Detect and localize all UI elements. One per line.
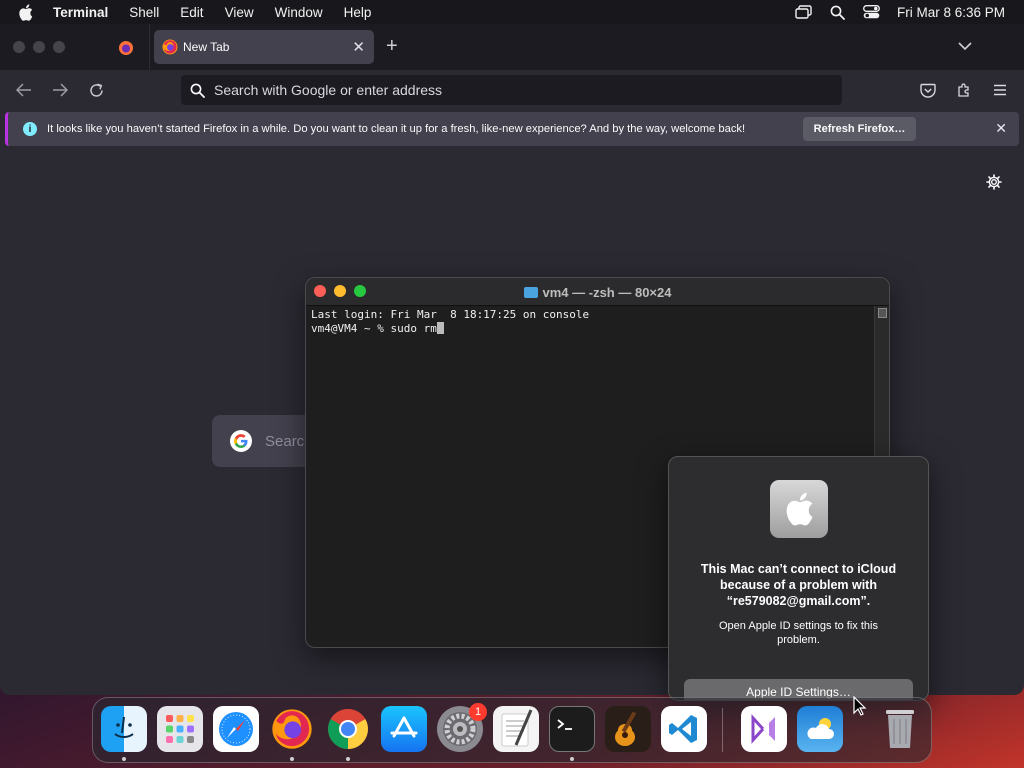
app-store-icon[interactable] bbox=[381, 706, 427, 752]
garageband-icon[interactable] bbox=[605, 706, 651, 752]
forward-arrow-icon[interactable] bbox=[50, 80, 70, 100]
icloud-alert: This Mac can’t connect to iCloud because… bbox=[668, 456, 929, 701]
launchpad-icon[interactable] bbox=[157, 706, 203, 752]
alert-heading: This Mac can’t connect to iCloud because… bbox=[700, 562, 897, 608]
screen-mirroring-icon[interactable] bbox=[795, 5, 812, 19]
menu-shell[interactable]: Shell bbox=[129, 5, 159, 20]
menu-window[interactable]: Window bbox=[275, 5, 323, 20]
settings-update-badge: 1 bbox=[469, 703, 487, 721]
menu-clock[interactable]: Fri Mar 8 6:36 PM bbox=[897, 5, 1005, 20]
apple-logo-icon bbox=[770, 480, 828, 538]
firefox-tab-bar: New Tab ✕ + bbox=[0, 24, 1024, 70]
terminal-dock-icon[interactable] bbox=[549, 706, 595, 752]
menu-app-name[interactable]: Terminal bbox=[53, 5, 108, 20]
terminal-line: Last login: Fri Mar 8 18:17:25 on consol… bbox=[311, 308, 590, 321]
terminal-title: vm4 — -zsh — 80×24 bbox=[306, 285, 889, 300]
ff-minimize-button[interactable] bbox=[33, 41, 45, 53]
address-input[interactable] bbox=[214, 82, 814, 98]
tab-new-tab[interactable]: New Tab ✕ bbox=[154, 30, 374, 64]
menu-bar: Terminal Shell Edit View Window Help Fri… bbox=[0, 0, 1024, 24]
mouse-pointer-icon bbox=[853, 695, 867, 721]
dock: 1 bbox=[92, 697, 932, 763]
extensions-puzzle-icon[interactable] bbox=[954, 80, 974, 100]
finder-running-dot bbox=[122, 757, 126, 761]
notification-close-icon[interactable]: ✕ bbox=[995, 120, 1007, 137]
terminal-prompt-line: vm4@VM4 ~ % sudo rm bbox=[311, 322, 871, 336]
alert-subtext: Open Apple ID settings to fix this probl… bbox=[719, 620, 878, 646]
folder-icon bbox=[523, 287, 538, 298]
app-menu-hamburger-icon[interactable] bbox=[990, 80, 1010, 100]
spotlight-search-icon[interactable] bbox=[830, 5, 845, 20]
tab-list-chevron-icon[interactable] bbox=[958, 38, 972, 56]
textedit-icon[interactable] bbox=[493, 706, 539, 752]
pocket-icon[interactable] bbox=[918, 80, 938, 100]
system-settings-icon[interactable]: 1 bbox=[437, 703, 487, 752]
info-icon: i bbox=[23, 122, 37, 136]
terminal-line: vm4@VM4 ~ % sudo rm bbox=[311, 322, 437, 335]
settings-gear-icon[interactable] bbox=[986, 174, 1002, 190]
google-logo-icon bbox=[229, 429, 253, 453]
firefox-nav-bar bbox=[0, 70, 1024, 110]
finder-icon[interactable] bbox=[101, 706, 147, 752]
refresh-firefox-notification: i It looks like you haven’t started Fire… bbox=[5, 112, 1019, 146]
pinned-firefox-tab-icon[interactable] bbox=[116, 38, 136, 58]
weather-icon[interactable] bbox=[797, 706, 843, 752]
ff-zoom-button[interactable] bbox=[53, 41, 65, 53]
refresh-firefox-button[interactable]: Refresh Firefox… bbox=[803, 117, 916, 141]
chrome-icon[interactable] bbox=[325, 706, 371, 752]
reload-icon[interactable] bbox=[86, 80, 106, 100]
visual-studio-icon[interactable] bbox=[741, 706, 787, 752]
vscode-icon[interactable] bbox=[661, 706, 707, 752]
address-bar[interactable] bbox=[181, 75, 842, 105]
firefox-dock-icon[interactable] bbox=[269, 706, 315, 752]
tab-title: New Tab bbox=[183, 40, 230, 54]
menu-help[interactable]: Help bbox=[344, 5, 372, 20]
menu-view[interactable]: View bbox=[225, 5, 254, 20]
terminal-cursor bbox=[436, 322, 444, 334]
apple-menu-icon[interactable] bbox=[18, 3, 34, 21]
menu-edit[interactable]: Edit bbox=[180, 5, 203, 20]
firefox-running-dot bbox=[290, 757, 294, 761]
terminal-title-text: vm4 — -zsh — 80×24 bbox=[542, 285, 672, 300]
dock-separator bbox=[722, 708, 723, 752]
search-icon bbox=[190, 83, 205, 98]
terminal-running-dot bbox=[570, 757, 574, 761]
scrollbar-handle[interactable] bbox=[878, 308, 887, 318]
back-arrow-icon[interactable] bbox=[14, 80, 34, 100]
tab-separator bbox=[149, 24, 150, 70]
control-center-icon[interactable] bbox=[863, 5, 880, 19]
terminal-title-bar[interactable]: vm4 — -zsh — 80×24 bbox=[306, 278, 889, 306]
tab-close-icon[interactable]: ✕ bbox=[352, 38, 365, 56]
ff-close-button[interactable] bbox=[13, 41, 25, 53]
chrome-running-dot bbox=[346, 757, 350, 761]
safari-icon[interactable] bbox=[213, 706, 259, 752]
trash-icon[interactable] bbox=[877, 706, 923, 752]
notification-message: It looks like you haven’t started Firefo… bbox=[47, 123, 746, 135]
new-tab-button[interactable]: + bbox=[386, 36, 398, 56]
firefox-favicon-icon bbox=[162, 39, 178, 55]
